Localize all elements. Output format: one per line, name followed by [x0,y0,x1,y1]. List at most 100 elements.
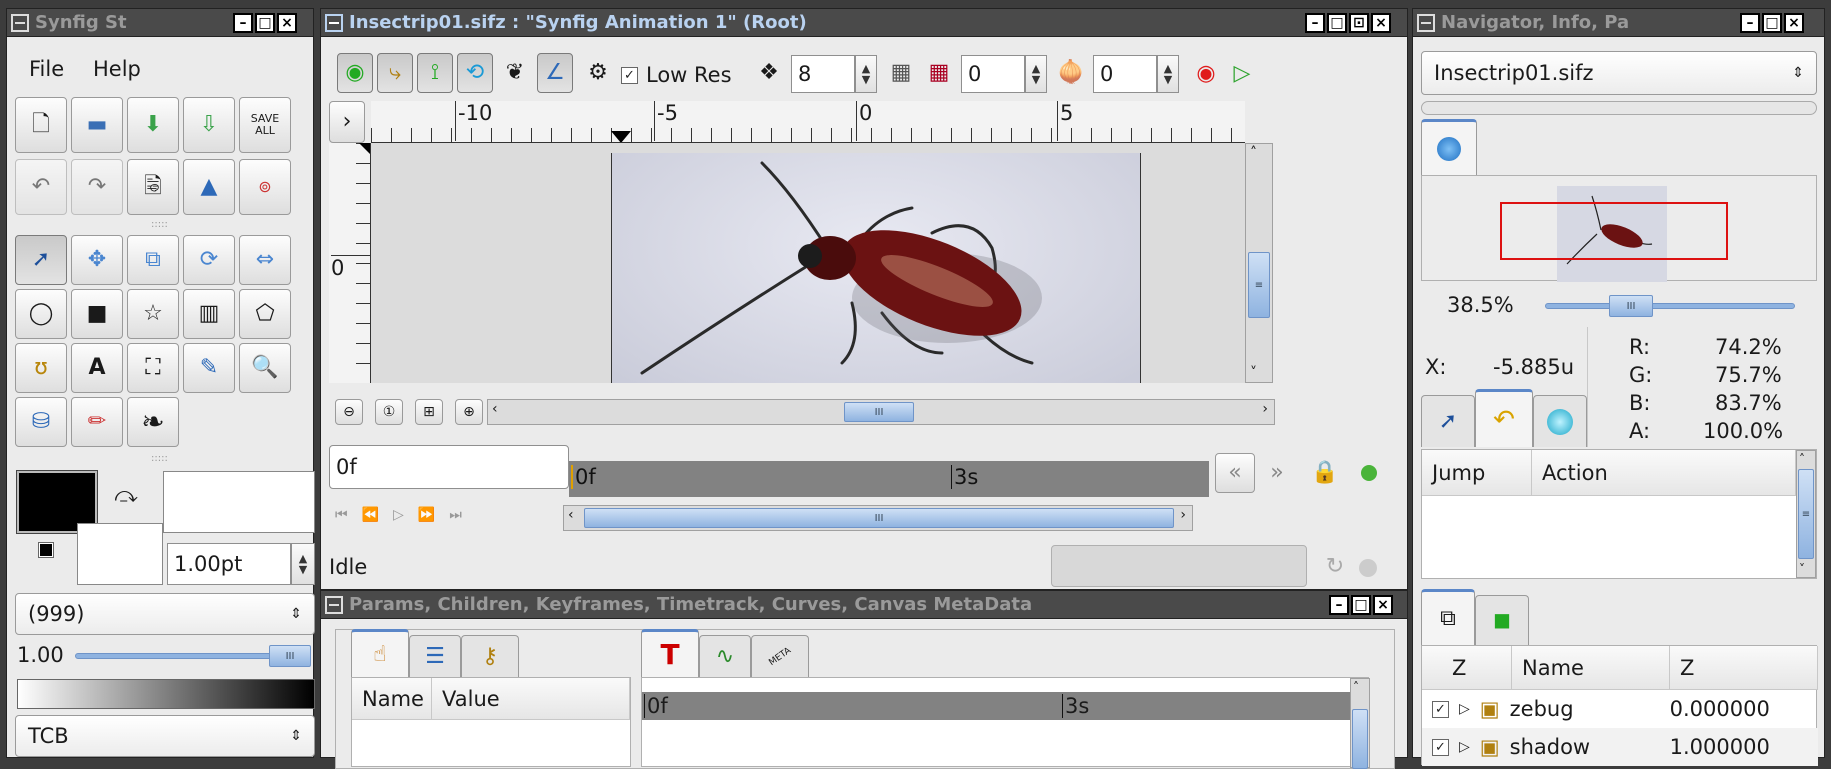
close-button[interactable]: × [1371,13,1391,33]
fill-color-secondary[interactable] [77,523,163,585]
history-vscroll[interactable]: ˄ ≡ ˅ [1796,450,1816,578]
chevron-up-icon[interactable]: ˄ [1250,146,1257,160]
show-angle-button[interactable]: ∠ [537,53,573,93]
play-icon[interactable]: ▷ [1227,59,1257,89]
timetrack-vscroll-thumb[interactable] [1352,709,1368,769]
tool-rectangle[interactable]: ■ [71,289,123,339]
time-slider[interactable]: 0f 3s [569,461,1209,497]
toggle-menu-button[interactable]: › [329,101,365,143]
minimize-button[interactable]: – [233,13,253,33]
minimize-button[interactable]: – [1740,13,1760,33]
play-icon[interactable]: ▷ [393,507,404,523]
zoom-100-button[interactable]: ① [375,399,403,425]
chevron-right-icon[interactable]: › [1180,508,1186,522]
tab-sets[interactable]: ◼ [1475,595,1529,645]
zoom-out-button[interactable]: ⊖ [335,399,363,425]
seek-next-icon[interactable]: ⏩ [418,507,435,523]
menu-file[interactable]: File [29,57,64,81]
tool-feather[interactable]: ❧ [127,397,179,447]
tool-zoom[interactable]: 🔍 [239,343,291,393]
brush-width-spinner[interactable]: ▲ ▼ [291,543,315,585]
record-icon[interactable]: ◉ [1191,59,1221,89]
tool-text[interactable]: A [71,343,123,393]
navigator-preview[interactable] [1421,175,1817,282]
opacity-slider-handle[interactable]: III [269,645,311,667]
seek-end-icon[interactable]: ⏭ [449,507,462,523]
reset-colors-icon[interactable] [38,542,54,558]
canvas-work-area[interactable] [371,143,1245,383]
stop-render-icon[interactable] [1359,559,1377,577]
close-button[interactable]: × [277,13,297,33]
zoom-slider-track[interactable] [1545,303,1795,309]
zoom-in-button[interactable]: ⊕ [455,399,483,425]
tab-tool-options[interactable]: ➚ [1421,395,1475,447]
show-vertices-button[interactable]: ⟟ [417,53,453,93]
chevron-left-icon[interactable]: ‹ [492,402,498,416]
canvas-hscroll[interactable]: ‹ III › [487,399,1275,425]
close-button[interactable]: × [1373,595,1393,615]
lock-icon[interactable]: 🔒 [1309,457,1341,489]
tab-curves[interactable]: ∿ [699,635,751,677]
tab-keyframes[interactable]: ⚷ [461,635,519,677]
snap-grid-icon[interactable]: ▦ [925,59,953,87]
maximize-button[interactable]: ⊡ [1349,13,1369,33]
chevron-down-icon[interactable]: ˅ [1250,366,1257,380]
tool-draw[interactable]: ✏ [71,397,123,447]
column-header-value[interactable]: Value [432,678,630,720]
pixel-ratio-spinner[interactable]: ▲ ▼ [855,55,877,93]
tab-params[interactable]: ☝ [351,629,409,677]
tool-sketch[interactable]: ⛁ [15,397,67,447]
new-file-button[interactable]: 🗋 [15,97,67,153]
save-button[interactable]: ⬇ [127,97,179,153]
tool-rotate[interactable]: ⟳ [183,235,235,285]
column-header-name[interactable]: Name [1512,646,1670,690]
pixel-ratio-field[interactable]: 8 [791,55,855,93]
minimize-button[interactable]: – [1305,13,1325,33]
chevron-left-icon[interactable]: ‹ [568,508,574,522]
preview-button[interactable]: 🗟 [127,159,179,215]
onion-skin-icon[interactable]: 🧅 [1057,59,1085,87]
redo-button[interactable]: ↷ [71,159,123,215]
show-tangents-button[interactable]: ⤷ [377,53,413,93]
menu-help[interactable]: Help [93,57,141,81]
close-doc-button[interactable]: ⊚ [239,159,291,215]
show-radius-button[interactable]: ⟲ [457,53,493,93]
render-button[interactable]: ▲ [183,159,235,215]
seek-prev-icon[interactable]: ⏪ [362,507,379,523]
maximize-button[interactable]: □ [1351,595,1371,615]
interpolation-select[interactable]: TCB ⇕ [15,715,315,757]
viewport-rectangle[interactable] [1500,202,1728,260]
tab-navigator[interactable] [1421,119,1477,175]
tool-scale[interactable]: ⧉ [127,235,179,285]
column-header-action[interactable]: Action [1532,450,1796,496]
layer-visible-checkbox[interactable]: ✓ [1432,738,1449,756]
tool-polygon[interactable]: ⬠ [239,289,291,339]
zoom-slider-handle[interactable]: III [1609,295,1653,317]
table-row[interactable]: ✓ ▷ ▣ zebug 0.000000 [1422,690,1818,728]
current-time-field[interactable]: 0f [329,445,569,489]
tool-gradient[interactable]: ▥ [183,289,235,339]
canvas-vscroll[interactable]: ˄ ≡ ˅ [1245,143,1273,383]
refresh-icon[interactable]: ↻ [1321,553,1349,581]
canvas-select[interactable]: Insectrip01.sifz ⇕ [1421,51,1817,95]
time-zoom-scroll[interactable]: ‹ III › [563,505,1193,531]
time-zoom-thumb[interactable]: III [584,508,1174,528]
canvas-hscroll-thumb[interactable]: III [844,402,914,422]
undo-button[interactable]: ↶ [15,159,67,215]
maximize-button[interactable]: □ [1762,13,1782,33]
column-header-name[interactable]: Name [352,678,432,720]
onion-past-spinner[interactable]: ▲ ▼ [1025,55,1047,93]
tab-timetrack[interactable]: T [641,629,699,677]
low-res-toggle[interactable]: ✓ Low Res [621,63,732,87]
palette-select[interactable]: (999) ⇕ [15,593,315,635]
chevron-down-icon[interactable]: ˅ [1799,563,1805,575]
save-all-button[interactable]: SAVE ALL [239,97,291,153]
chevron-up-icon[interactable]: ˄ [1799,453,1805,465]
tool-fill[interactable]: ⛶ [127,343,179,393]
tool-smooth-move[interactable]: ✥ [71,235,123,285]
seek-begin-icon[interactable]: ⏮ [335,507,348,523]
show-guides-button[interactable]: ◉ [337,53,373,93]
restore-button[interactable]: □ [1327,13,1347,33]
timetrack-area[interactable]: 0f 3s ˄ [641,677,1370,769]
canvas-vscroll-thumb[interactable]: ≡ [1248,252,1270,318]
